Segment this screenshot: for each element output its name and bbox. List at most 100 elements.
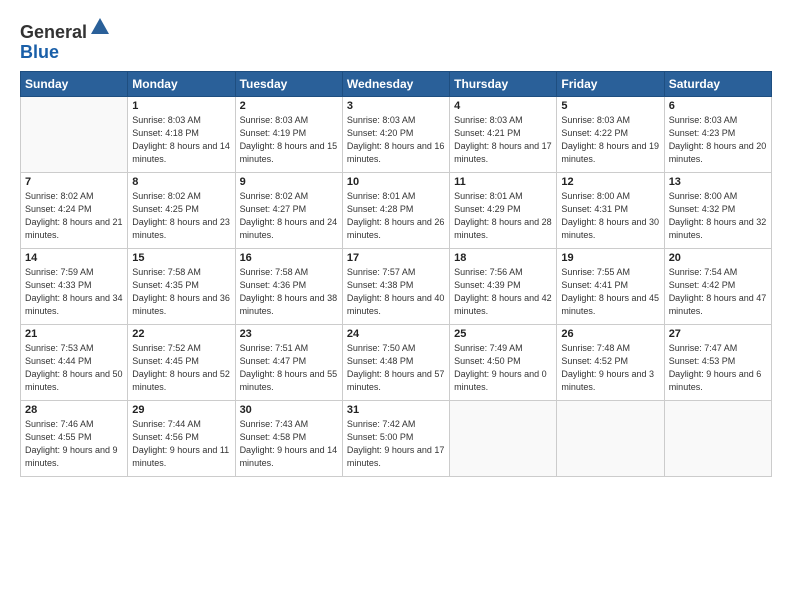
day-cell: 28 Sunrise: 7:46 AMSunset: 4:55 PMDayligh… [21,400,128,476]
day-number: 18 [454,252,552,264]
day-info: Sunrise: 8:03 AMSunset: 4:19 PMDaylight:… [240,114,338,166]
day-cell: 19 Sunrise: 7:55 AMSunset: 4:41 PMDayligh… [557,248,664,324]
day-info: Sunrise: 8:00 AMSunset: 4:32 PMDaylight:… [669,190,767,242]
day-number: 24 [347,328,445,340]
day-cell: 4 Sunrise: 8:03 AMSunset: 4:21 PMDaylight… [450,96,557,172]
day-number: 21 [25,328,123,340]
day-cell: 21Sunrise: 7:53 AMSunset: 4:44 PMDayligh… [21,324,128,400]
week-row-2: 7 Sunrise: 8:02 AMSunset: 4:24 PMDaylight… [21,172,772,248]
day-number: 20 [669,252,767,264]
day-header-thursday: Thursday [450,71,557,96]
day-number: 13 [669,176,767,188]
day-info: Sunrise: 7:55 AMSunset: 4:41 PMDaylight:… [561,266,659,318]
week-row-5: 28 Sunrise: 7:46 AMSunset: 4:55 PMDayligh… [21,400,772,476]
day-number: 23 [240,328,338,340]
day-cell: 18Sunrise: 7:56 AMSunset: 4:39 PMDayligh… [450,248,557,324]
day-cell [450,400,557,476]
day-cell: 2 Sunrise: 8:03 AMSunset: 4:19 PMDaylight… [235,96,342,172]
day-info: Sunrise: 8:02 AMSunset: 4:25 PMDaylight:… [132,190,230,242]
day-number: 27 [669,328,767,340]
day-cell: 15 Sunrise: 7:58 AMSunset: 4:35 PMDayligh… [128,248,235,324]
day-number: 2 [240,100,338,112]
day-cell: 29 Sunrise: 7:44 AMSunset: 4:56 PMDayligh… [128,400,235,476]
day-cell: 24 Sunrise: 7:50 AMSunset: 4:48 PMDayligh… [342,324,449,400]
day-number: 17 [347,252,445,264]
day-cell: 1 Sunrise: 8:03 AMSunset: 4:18 PMDaylight… [128,96,235,172]
day-number: 11 [454,176,552,188]
day-info: Sunrise: 8:00 AMSunset: 4:31 PMDaylight:… [561,190,659,242]
day-info: Sunrise: 7:57 AMSunset: 4:38 PMDaylight:… [347,266,445,318]
day-number: 26 [561,328,659,340]
day-cell: 3 Sunrise: 8:03 AMSunset: 4:20 PMDaylight… [342,96,449,172]
day-cell: 22Sunrise: 7:52 AMSunset: 4:45 PMDayligh… [128,324,235,400]
day-header-wednesday: Wednesday [342,71,449,96]
day-info: Sunrise: 8:01 AMSunset: 4:29 PMDaylight:… [454,190,552,242]
day-info: Sunrise: 7:48 AMSunset: 4:52 PMDaylight:… [561,342,659,394]
day-info: Sunrise: 8:03 AMSunset: 4:23 PMDaylight:… [669,114,767,166]
day-cell: 8Sunrise: 8:02 AMSunset: 4:25 PMDaylight… [128,172,235,248]
day-cell: 12 Sunrise: 8:00 AMSunset: 4:31 PMDayligh… [557,172,664,248]
day-number: 31 [347,404,445,416]
day-cell: 27 Sunrise: 7:47 AMSunset: 4:53 PMDayligh… [664,324,771,400]
day-info: Sunrise: 8:02 AMSunset: 4:24 PMDaylight:… [25,190,123,242]
day-cell: 7 Sunrise: 8:02 AMSunset: 4:24 PMDaylight… [21,172,128,248]
day-info: Sunrise: 8:03 AMSunset: 4:21 PMDaylight:… [454,114,552,166]
day-header-friday: Friday [557,71,664,96]
day-info: Sunrise: 7:58 AMSunset: 4:35 PMDaylight:… [132,266,230,318]
day-info: Sunrise: 7:52 AMSunset: 4:45 PMDaylight:… [132,342,230,394]
logo-icon [89,16,111,38]
day-header-sunday: Sunday [21,71,128,96]
day-number: 28 [25,404,123,416]
day-info: Sunrise: 7:43 AMSunset: 4:58 PMDaylight:… [240,418,338,470]
day-info: Sunrise: 8:03 AMSunset: 4:18 PMDaylight:… [132,114,230,166]
day-number: 7 [25,176,123,188]
day-cell: 26 Sunrise: 7:48 AMSunset: 4:52 PMDayligh… [557,324,664,400]
day-number: 10 [347,176,445,188]
logo-blue: Blue [20,42,59,62]
day-info: Sunrise: 7:46 AMSunset: 4:55 PMDaylight:… [25,418,123,470]
day-info: Sunrise: 8:03 AMSunset: 4:22 PMDaylight:… [561,114,659,166]
day-cell: 9 Sunrise: 8:02 AMSunset: 4:27 PMDaylight… [235,172,342,248]
day-number: 3 [347,100,445,112]
day-header-monday: Monday [128,71,235,96]
day-number: 29 [132,404,230,416]
day-number: 15 [132,252,230,264]
day-info: Sunrise: 7:58 AMSunset: 4:36 PMDaylight:… [240,266,338,318]
day-number: 5 [561,100,659,112]
day-number: 14 [25,252,123,264]
logo: General Blue [20,16,111,63]
day-info: Sunrise: 7:59 AMSunset: 4:33 PMDaylight:… [25,266,123,318]
day-number: 6 [669,100,767,112]
day-cell: 16 Sunrise: 7:58 AMSunset: 4:36 PMDayligh… [235,248,342,324]
day-info: Sunrise: 7:42 AMSunset: 5:00 PMDaylight:… [347,418,445,470]
day-header-tuesday: Tuesday [235,71,342,96]
day-info: Sunrise: 8:01 AMSunset: 4:28 PMDaylight:… [347,190,445,242]
day-info: Sunrise: 7:44 AMSunset: 4:56 PMDaylight:… [132,418,230,470]
day-header-row: SundayMondayTuesdayWednesdayThursdayFrid… [21,71,772,96]
week-row-3: 14 Sunrise: 7:59 AMSunset: 4:33 PMDayligh… [21,248,772,324]
day-number: 4 [454,100,552,112]
day-info: Sunrise: 7:47 AMSunset: 4:53 PMDaylight:… [669,342,767,394]
header: General Blue [20,16,772,63]
day-cell: 6 Sunrise: 8:03 AMSunset: 4:23 PMDaylight… [664,96,771,172]
calendar-page: General Blue SundayMondayTuesdayWednesda… [0,0,792,612]
day-cell: 10 Sunrise: 8:01 AMSunset: 4:28 PMDayligh… [342,172,449,248]
day-number: 12 [561,176,659,188]
day-info: Sunrise: 8:03 AMSunset: 4:20 PMDaylight:… [347,114,445,166]
day-cell: 13 Sunrise: 8:00 AMSunset: 4:32 PMDayligh… [664,172,771,248]
day-header-saturday: Saturday [664,71,771,96]
day-number: 30 [240,404,338,416]
day-cell: 25Sunrise: 7:49 AMSunset: 4:50 PMDayligh… [450,324,557,400]
day-cell: 20 Sunrise: 7:54 AMSunset: 4:42 PMDayligh… [664,248,771,324]
day-cell: 5 Sunrise: 8:03 AMSunset: 4:22 PMDaylight… [557,96,664,172]
day-number: 16 [240,252,338,264]
day-number: 19 [561,252,659,264]
day-info: Sunrise: 7:50 AMSunset: 4:48 PMDaylight:… [347,342,445,394]
day-number: 9 [240,176,338,188]
logo-general: General [20,22,87,42]
day-info: Sunrise: 8:02 AMSunset: 4:27 PMDaylight:… [240,190,338,242]
day-info: Sunrise: 7:54 AMSunset: 4:42 PMDaylight:… [669,266,767,318]
day-number: 1 [132,100,230,112]
week-row-4: 21Sunrise: 7:53 AMSunset: 4:44 PMDayligh… [21,324,772,400]
day-cell: 14 Sunrise: 7:59 AMSunset: 4:33 PMDayligh… [21,248,128,324]
